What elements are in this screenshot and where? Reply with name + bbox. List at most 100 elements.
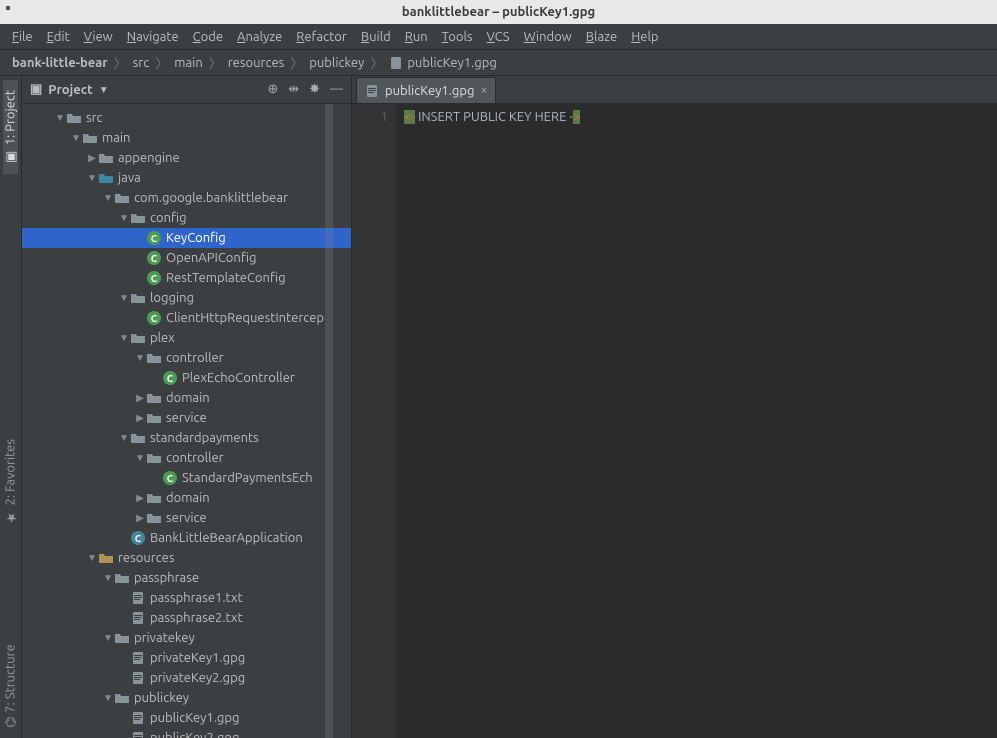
expand-arrow-icon[interactable]: ▼ xyxy=(118,432,130,444)
tree-item-label: plex xyxy=(150,331,175,345)
tree-item-java[interactable]: ▼java xyxy=(22,168,351,188)
scroll-to-source-icon[interactable]: ⊕ xyxy=(267,82,278,97)
tree-item-domain[interactable]: ▶domain xyxy=(22,388,351,408)
tree-item-plex[interactable]: ▼ plex xyxy=(22,328,351,348)
file-icon xyxy=(130,710,146,726)
code-content[interactable]: <- INSERT PUBLIC KEY HERE -> xyxy=(396,104,997,738)
tool-window-favorites-tab[interactable]: ★ 2: Favorites xyxy=(3,429,18,534)
breadcrumb-src[interactable]: src xyxy=(129,56,154,70)
tree-item-main[interactable]: ▼main xyxy=(22,128,351,148)
dropdown-icon[interactable]: ▼ xyxy=(99,84,109,96)
tool-window-structure-tab[interactable]: ⌬ 7: Structure xyxy=(3,634,18,738)
menu-navigate[interactable]: Navigate xyxy=(121,28,185,46)
expand-arrow-icon[interactable]: ▼ xyxy=(102,572,114,584)
tree-item-controller[interactable]: ▼controller xyxy=(22,348,351,368)
tree-item-passphrase1-txt[interactable]: passphrase1.txt xyxy=(22,588,351,608)
tree-item-logging[interactable]: ▼logging xyxy=(22,288,351,308)
class-icon: C xyxy=(146,250,162,266)
expand-arrow-icon[interactable]: ▼ xyxy=(134,452,146,464)
tree-item-privatekey[interactable]: ▼ privatekey xyxy=(22,628,351,648)
expand-arrow-icon[interactable]: ▼ xyxy=(54,112,66,124)
tree-item-openapiconfig[interactable]: COpenAPIConfig xyxy=(22,248,351,268)
expand-arrow-icon[interactable]: ▼ xyxy=(86,552,98,564)
settings-gear-icon[interactable]: ✸ xyxy=(309,82,320,97)
expand-arrow-icon[interactable]: ▼ xyxy=(118,212,130,224)
tree-item-service[interactable]: ▶service xyxy=(22,508,351,528)
sidebar-scrollbar[interactable] xyxy=(325,104,333,738)
tree-item-domain[interactable]: ▶domain xyxy=(22,488,351,508)
tree-item-com-google-banklittlebear[interactable]: ▼com.google.banklittlebear xyxy=(22,188,351,208)
sidebar-title[interactable]: Project xyxy=(48,83,92,97)
expand-arrow-icon[interactable]: ▼ xyxy=(86,172,98,184)
menu-analyze[interactable]: Analyze xyxy=(231,28,288,46)
menu-view[interactable]: View xyxy=(78,28,119,46)
tree-item-keyconfig[interactable]: CKeyConfig xyxy=(22,228,351,248)
breadcrumb-main[interactable]: main xyxy=(170,56,206,70)
folder-icon xyxy=(114,630,130,646)
tree-item-publickey2-gpg[interactable]: publicKey2.gpg xyxy=(22,728,351,738)
tree-item-label: src xyxy=(86,111,103,125)
expand-arrow-icon[interactable]: ▶ xyxy=(134,392,146,404)
tree-item-privatekey1-gpg[interactable]: privateKey1.gpg xyxy=(22,648,351,668)
menu-build[interactable]: Build xyxy=(355,28,397,46)
collapse-all-icon[interactable]: ⇹ xyxy=(288,82,299,97)
tree-item-appengine[interactable]: ▶appengine xyxy=(22,148,351,168)
tree-item-privatekey2-gpg[interactable]: privateKey2.gpg xyxy=(22,668,351,688)
menu-refactor[interactable]: Refactor xyxy=(290,28,353,46)
expand-arrow-icon[interactable]: ▶ xyxy=(134,512,146,524)
menu-tools[interactable]: Tools xyxy=(436,28,479,46)
tree-item-label: ClientHttpRequestIntercep xyxy=(166,311,324,325)
folder-icon xyxy=(114,690,130,706)
tree-item-label: privatekey xyxy=(134,631,195,645)
folder-icon xyxy=(98,150,114,166)
tool-window-project-tab[interactable]: ▣ 1: Project xyxy=(3,80,18,174)
tree-item-controller[interactable]: ▼controller xyxy=(22,448,351,468)
tree-item-clienthttprequestintercep[interactable]: C ClientHttpRequestIntercep xyxy=(22,308,351,328)
tree-item-src[interactable]: ▼ src xyxy=(22,108,351,128)
expand-arrow-icon[interactable]: ▼ xyxy=(102,192,114,204)
expand-arrow-icon[interactable]: ▼ xyxy=(134,352,146,364)
breadcrumb-bank-little-bear[interactable]: bank-little-bear xyxy=(8,56,112,70)
expand-arrow-icon[interactable]: ▼ xyxy=(70,132,82,144)
menu-help[interactable]: Help xyxy=(625,28,664,46)
window-title: banklittlebear – publicKey1.gpg xyxy=(402,5,595,19)
menu-window[interactable]: Window xyxy=(518,28,578,46)
editor-body[interactable]: 1 <- INSERT PUBLIC KEY HERE -> xyxy=(352,104,997,738)
expand-arrow-icon[interactable]: ▶ xyxy=(86,152,98,164)
expand-arrow-icon[interactable]: ▶ xyxy=(134,492,146,504)
breadcrumb-publickey[interactable]: publickey xyxy=(305,56,368,70)
tree-item-passphrase[interactable]: ▼passphrase xyxy=(22,568,351,588)
breadcrumb-resources[interactable]: resources xyxy=(224,56,289,70)
menu-file[interactable]: File xyxy=(6,28,39,46)
tree-item-service[interactable]: ▶service xyxy=(22,408,351,428)
breadcrumb-publickey1-gpg[interactable]: publicKey1.gpg xyxy=(385,56,500,70)
tree-item-label: config xyxy=(150,211,187,225)
expand-arrow-icon[interactable]: ▼ xyxy=(102,692,114,704)
tree-item-standardpayments[interactable]: ▼standardpayments xyxy=(22,428,351,448)
tree-item-config[interactable]: ▼ config xyxy=(22,208,351,228)
menu-blaze[interactable]: Blaze xyxy=(580,28,623,46)
tree-item-banklittlebearapplication[interactable]: CBankLittleBearApplication xyxy=(22,528,351,548)
menu-edit[interactable]: Edit xyxy=(41,28,76,46)
tree-item-plexechocontroller[interactable]: CPlexEchoController xyxy=(22,368,351,388)
folder-icon xyxy=(66,110,82,126)
tree-item-standardpaymentsech[interactable]: CStandardPaymentsEch xyxy=(22,468,351,488)
editor-tab[interactable]: publicKey1.gpg × xyxy=(356,77,496,103)
menu-run[interactable]: Run xyxy=(399,28,434,46)
expand-arrow-icon[interactable]: ▼ xyxy=(118,332,130,344)
expand-arrow-icon[interactable]: ▼ xyxy=(118,292,130,304)
tree-item-label: publickey xyxy=(134,691,189,705)
tree-item-resttemplateconfig[interactable]: CRestTemplateConfig xyxy=(22,268,351,288)
hide-icon[interactable]: — xyxy=(330,82,343,97)
project-tree[interactable]: ▼ src ▼main▶appengine▼java▼com.google.bank… xyxy=(22,104,351,738)
class-icon: C xyxy=(146,310,162,326)
tree-item-passphrase2-txt[interactable]: passphrase2.txt xyxy=(22,608,351,628)
tree-item-publickey1-gpg[interactable]: publicKey1.gpg xyxy=(22,708,351,728)
close-icon[interactable]: × xyxy=(480,84,487,97)
menu-vcs[interactable]: VCS xyxy=(481,28,516,46)
expand-arrow-icon[interactable]: ▶ xyxy=(134,412,146,424)
expand-arrow-icon[interactable]: ▼ xyxy=(102,632,114,644)
tree-item-resources[interactable]: ▼resources xyxy=(22,548,351,568)
tree-item-publickey[interactable]: ▼ publickey xyxy=(22,688,351,708)
menu-code[interactable]: Code xyxy=(187,28,229,46)
